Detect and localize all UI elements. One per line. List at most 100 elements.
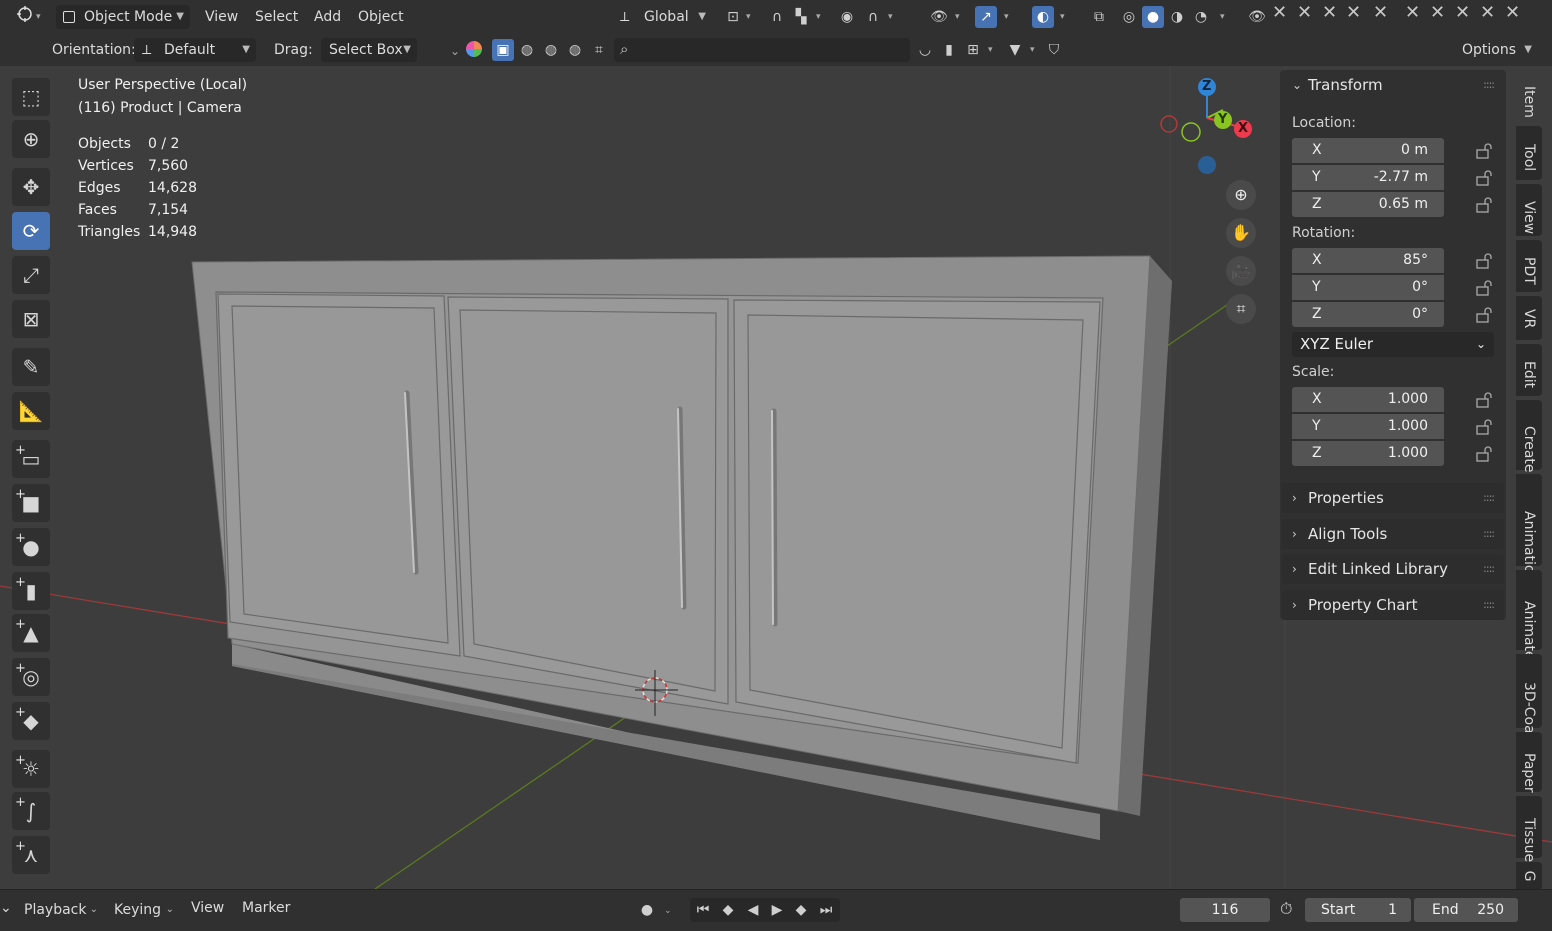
- 3d-viewport[interactable]: ⬚ ⊕ ✥ ⟳ ⤢ ⊠ ✎ 📐 + ▭ + ■ + ● + ▮ + ▲ + ◎ + ◆ + ☼ …: [0, 66, 1552, 889]
- close-x-icon[interactable]: ✕: [1346, 4, 1361, 22]
- location-x-field[interactable]: X 0 m: [1292, 138, 1444, 163]
- snap-target-icon[interactable]: ▚: [790, 6, 812, 28]
- keying-menu[interactable]: Keying ⌄: [106, 898, 180, 922]
- playback-menu[interactable]: Playback ⌄: [16, 898, 104, 922]
- filter-icon[interactable]: ▼: [1004, 39, 1026, 61]
- pivot-point-icon[interactable]: ⊡: [722, 6, 744, 28]
- hierarchy-icon[interactable]: ⊞: [962, 39, 984, 61]
- orientation-dropdown[interactable]: ⟂ Default ▼: [134, 38, 256, 62]
- close-x-icon[interactable]: ✕: [1480, 4, 1495, 22]
- annotate-tool-icon[interactable]: ✎: [12, 348, 50, 386]
- select-box-icon[interactable]: ⬚: [12, 78, 50, 116]
- drag-grip-icon[interactable]: ::::: [1483, 554, 1495, 584]
- lock-icon[interactable]: [1476, 170, 1494, 186]
- perspective-toggle-icon[interactable]: ⌗: [1226, 294, 1256, 324]
- lock-icon[interactable]: [1476, 392, 1494, 408]
- end-frame-field[interactable]: End 250: [1414, 898, 1518, 922]
- edit-linked-library-panel-header[interactable]: › Edit Linked Library ::::: [1282, 554, 1504, 584]
- tab-animation[interactable]: Animation: [1516, 474, 1542, 582]
- tab-view[interactable]: View: [1516, 184, 1542, 236]
- menu-view[interactable]: View: [205, 7, 238, 27]
- add-scatter-tool-icon[interactable]: + ⋏: [12, 836, 50, 874]
- menu-object[interactable]: Object: [358, 7, 404, 27]
- camera-view-icon[interactable]: 🎥: [1226, 256, 1256, 286]
- lock-icon[interactable]: [1476, 280, 1494, 296]
- transform-panel-header[interactable]: ⌄ Transform ::::: [1282, 70, 1504, 100]
- jump-to-keyframe-back-icon[interactable]: ◆: [717, 899, 739, 921]
- bookmark-icon[interactable]: ▮: [938, 39, 960, 61]
- lock-icon[interactable]: [1476, 419, 1494, 435]
- rotation-x-field[interactable]: X 85°: [1292, 248, 1444, 273]
- add-sphere-tool-icon[interactable]: + ●: [12, 528, 50, 566]
- proportional-editing-icon[interactable]: ◉: [836, 6, 858, 28]
- curve-icon[interactable]: ◡: [914, 39, 936, 61]
- tab-g[interactable]: G: [1516, 862, 1542, 889]
- search-input[interactable]: ⌕: [614, 38, 910, 62]
- close-x-icon[interactable]: ✕: [1373, 4, 1388, 22]
- add-cylinder-tool-icon[interactable]: + ▮: [12, 572, 50, 610]
- scale-y-field[interactable]: Y 1.000: [1292, 414, 1444, 439]
- tab-pdt[interactable]: PDT: [1516, 240, 1542, 292]
- close-x-icon[interactable]: ✕: [1405, 4, 1420, 22]
- properties-panel-header[interactable]: › Properties ::::: [1282, 483, 1504, 513]
- lock-icon[interactable]: [1476, 143, 1494, 159]
- chevron-down-icon[interactable]: ⌄: [0, 900, 12, 916]
- measure-tool-icon[interactable]: 📐: [12, 392, 50, 430]
- location-z-field[interactable]: Z 0.65 m: [1292, 192, 1444, 217]
- tab-tool[interactable]: Tool: [1516, 126, 1542, 180]
- pan-hand-icon[interactable]: ✋: [1226, 218, 1256, 248]
- zoom-icon[interactable]: ⊕: [1226, 180, 1256, 210]
- menu-add[interactable]: Add: [314, 7, 341, 27]
- drag-grip-icon[interactable]: ::::: [1483, 590, 1495, 620]
- lock-icon[interactable]: [1476, 253, 1494, 269]
- drag-grip-icon[interactable]: ::::: [1483, 70, 1495, 100]
- align-tools-panel-header[interactable]: › Align Tools ::::: [1282, 519, 1504, 549]
- menu-view[interactable]: View: [191, 900, 224, 916]
- shading-material-icon[interactable]: ◑: [1166, 6, 1188, 28]
- rotation-y-field[interactable]: Y 0°: [1292, 275, 1444, 300]
- tab-item[interactable]: Item: [1516, 70, 1542, 120]
- close-x-icon[interactable]: ✕: [1455, 4, 1470, 22]
- visibility-eye-icon[interactable]: 👁: [928, 6, 950, 28]
- visibility-eye-icon[interactable]: 👁: [1246, 6, 1268, 28]
- menu-select[interactable]: Select: [255, 7, 298, 27]
- shading-sphere-icon[interactable]: ◍: [516, 39, 538, 61]
- xray-toggle-icon[interactable]: ⧉: [1088, 6, 1110, 28]
- rotate-tool-icon[interactable]: ⟳: [12, 212, 50, 250]
- record-icon[interactable]: ●: [636, 899, 658, 921]
- snap-toggle-icon[interactable]: ∩: [766, 6, 788, 28]
- add-image-tool-icon[interactable]: + ▭: [12, 440, 50, 478]
- tab-tissue[interactable]: Tissue: [1516, 796, 1542, 862]
- color-wheel-icon[interactable]: [466, 41, 482, 57]
- play-icon[interactable]: ▶: [766, 899, 788, 921]
- transform-orientation-dropdown[interactable]: ⟂ Global ▼: [614, 5, 712, 29]
- tab-paper[interactable]: Paper: [1516, 732, 1542, 793]
- close-x-icon[interactable]: ✕: [1430, 4, 1445, 22]
- tab-vr[interactable]: VR: [1516, 296, 1542, 340]
- add-mesh-tool-icon[interactable]: + ◆: [12, 702, 50, 740]
- rotation-z-field[interactable]: Z 0°: [1292, 302, 1444, 327]
- shading-sphere-icon[interactable]: ◍: [564, 39, 586, 61]
- shading-sphere-icon[interactable]: ◍: [540, 39, 562, 61]
- add-torus-tool-icon[interactable]: + ◎: [12, 658, 50, 696]
- move-tool-icon[interactable]: ✥: [12, 168, 50, 206]
- menu-marker[interactable]: Marker: [242, 900, 290, 916]
- add-light-tool-icon[interactable]: + ☼: [12, 750, 50, 788]
- scale-x-field[interactable]: X 1.000: [1292, 387, 1444, 412]
- add-cube-tool-icon[interactable]: + ■: [12, 484, 50, 522]
- add-cone-tool-icon[interactable]: + ▲: [12, 614, 50, 652]
- tab-create[interactable]: Create: [1516, 400, 1542, 473]
- jump-to-keyframe-forward-icon[interactable]: ◆: [790, 899, 812, 921]
- lock-icon[interactable]: [1476, 307, 1494, 323]
- lock-icon[interactable]: [1476, 446, 1494, 462]
- rotation-mode-dropdown[interactable]: XYZ Euler ⌄: [1292, 332, 1494, 357]
- cursor-tool-icon[interactable]: ⊕: [12, 120, 50, 158]
- gizmo-toggle-icon[interactable]: ↗: [975, 6, 997, 28]
- stopwatch-icon[interactable]: ⏱: [1280, 899, 1292, 919]
- start-frame-field[interactable]: Start 1: [1305, 898, 1411, 922]
- armature-icon[interactable]: ⌗: [588, 39, 610, 61]
- close-x-icon[interactable]: ✕: [1297, 4, 1312, 22]
- options-dropdown[interactable]: Options ▼: [1454, 38, 1538, 62]
- shading-rendered-icon[interactable]: ◔: [1190, 6, 1212, 28]
- transform-tool-icon[interactable]: ⊠: [12, 300, 50, 338]
